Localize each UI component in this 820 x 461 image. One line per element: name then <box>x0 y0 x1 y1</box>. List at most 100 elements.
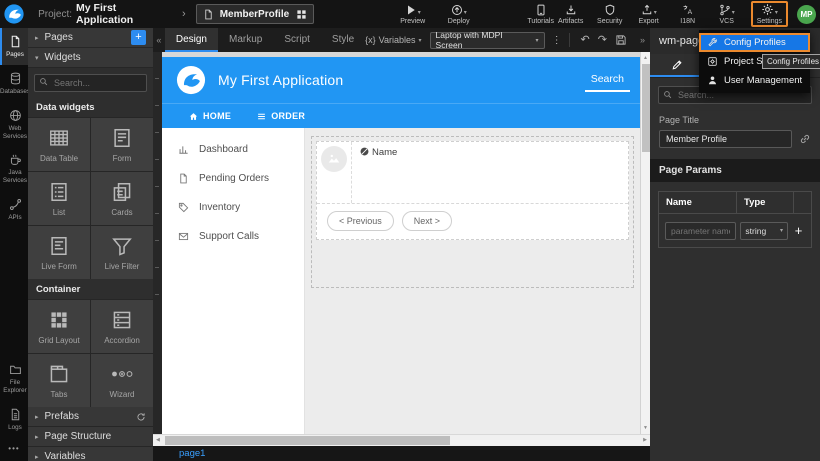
vertical-scrollbar[interactable]: ▲ ▼ <box>640 52 650 434</box>
i18n-button[interactable]: A I18N <box>673 1 703 27</box>
horizontal-scrollbar[interactable]: ◀ ▶ <box>153 434 650 446</box>
page-selector[interactable]: MemberProfile <box>196 4 314 24</box>
chevron-down-icon: ▾ <box>464 10 467 16</box>
menu-item-user-management[interactable]: User Management <box>699 71 810 90</box>
widget-tabs[interactable]: Tabs <box>28 354 90 407</box>
tab-style[interactable]: Style <box>321 28 365 52</box>
app-content: Name < Previous Next > <box>305 128 640 434</box>
sidebar-item-apis[interactable]: APIs <box>0 191 28 228</box>
prefabs-section-header[interactable]: ▸ Prefabs <box>28 407 153 427</box>
grid-layout-icon <box>48 309 70 331</box>
nav-item-home[interactable]: HOME <box>176 111 244 121</box>
previous-button[interactable]: < Previous <box>327 211 394 231</box>
scroll-right-icon[interactable]: ▶ <box>643 437 647 443</box>
tab-design[interactable]: Design <box>165 28 218 52</box>
activity-bar: Pages Databases Web Services Java Servic… <box>0 28 28 461</box>
page-params-row: string ▾ + <box>659 214 811 247</box>
name-field[interactable]: Name <box>352 142 405 203</box>
tab-edit[interactable] <box>650 54 704 77</box>
artifacts-button[interactable]: Artifacts <box>556 1 586 27</box>
horizontal-scrollbar-thumb[interactable] <box>165 436 450 445</box>
app-search-tab[interactable]: Search <box>585 69 630 92</box>
more-options-icon[interactable]: ••• <box>0 438 28 461</box>
save-button[interactable] <box>615 34 627 46</box>
menu-item-config-profiles[interactable]: Config Profiles <box>699 33 810 52</box>
tabs-icon <box>48 363 70 385</box>
sidebar-item-databases[interactable]: Databases <box>0 65 28 102</box>
widget-grid-layout[interactable]: Grid Layout <box>28 300 90 353</box>
sidebar-item-file-explorer[interactable]: File Explorer <box>0 356 28 401</box>
page-title-input[interactable] <box>659 130 792 148</box>
tutorials-button[interactable]: Tutorials <box>526 1 556 27</box>
deploy-button[interactable]: ▾ Deploy <box>444 1 474 27</box>
pencil-icon <box>671 59 683 71</box>
pages-icon <box>9 35 22 48</box>
variables-dropdown[interactable]: {x} Variables ▾ <box>365 35 421 45</box>
sidebar-item-java-services[interactable]: Java Services <box>0 146 28 191</box>
param-type-select[interactable]: string ▾ <box>740 222 788 240</box>
design-canvas: My First Application Search HOME ORDER D… <box>153 52 650 434</box>
widget-live-form[interactable]: Live Form <box>28 226 90 279</box>
widget-accordion[interactable]: Accordion <box>91 300 153 353</box>
collapsed-arrow-icon: ▸ <box>35 34 39 42</box>
widget-data-table[interactable]: Data Table <box>28 118 90 171</box>
widget-list[interactable]: List <box>28 172 90 225</box>
logs-icon <box>9 408 22 421</box>
pagination: < Previous Next > <box>317 204 628 239</box>
list-widget-container[interactable]: Name < Previous Next > <box>311 136 634 288</box>
security-shield-icon <box>604 4 616 16</box>
scroll-down-icon[interactable]: ▼ <box>641 422 650 434</box>
scroll-up-icon[interactable]: ▲ <box>641 52 650 64</box>
menu-item-pending-orders[interactable]: Pending Orders <box>162 164 304 193</box>
app-body: Dashboard Pending Orders Inventory Suppo… <box>162 128 640 434</box>
add-param-button[interactable]: + <box>790 224 807 237</box>
page-tab[interactable]: page1 <box>179 448 205 459</box>
refresh-icon[interactable] <box>136 412 146 422</box>
settings-button[interactable]: ▾ Settings <box>751 1 788 27</box>
next-button[interactable]: Next > <box>402 211 452 231</box>
pages-section-header[interactable]: ▸ Pages + <box>28 28 153 48</box>
list-item-template[interactable]: Name <box>317 142 628 204</box>
menu-item-support-calls[interactable]: Support Calls <box>162 222 304 251</box>
menu-item-dashboard[interactable]: Dashboard <box>162 135 304 164</box>
kebab-menu-icon[interactable]: ⋮ <box>552 35 562 46</box>
widget-wizard[interactable]: Wizard <box>91 354 153 407</box>
widget-search-input[interactable] <box>34 74 147 92</box>
app-logo-icon <box>176 65 206 95</box>
export-button[interactable]: ▾ Export <box>634 1 664 27</box>
page-structure-section-header[interactable]: ▸ Page Structure <box>28 427 153 447</box>
vcs-button[interactable]: ▾ VCS <box>712 1 742 27</box>
sidebar-item-logs[interactable]: Logs <box>0 401 28 438</box>
deploy-icon <box>451 4 463 16</box>
sidebar-item-pages[interactable]: Pages <box>0 28 28 65</box>
menu-item-inventory[interactable]: Inventory <box>162 193 304 222</box>
bind-link-icon[interactable] <box>799 133 811 145</box>
widgets-section-header[interactable]: ▾ Widgets <box>28 48 153 68</box>
widget-live-filter[interactable]: Live Filter <box>91 226 153 279</box>
user-avatar[interactable]: MP <box>797 5 816 24</box>
app-side-menu: Dashboard Pending Orders Inventory Suppo… <box>162 128 305 434</box>
chevron-down-icon: ▾ <box>775 10 778 16</box>
sidebar-item-web-services[interactable]: Web Services <box>0 102 28 147</box>
collapsed-arrow-icon: ▸ <box>35 453 39 461</box>
variables-section-header[interactable]: ▸ Variables <box>28 447 153 461</box>
tab-markup[interactable]: Markup <box>218 28 273 52</box>
preview-button[interactable]: ▾ Preview <box>398 1 428 27</box>
databases-icon <box>9 72 22 85</box>
add-page-button[interactable]: + <box>131 30 146 45</box>
scroll-left-icon[interactable]: ◀ <box>156 437 160 443</box>
collapse-right-panel-button[interactable]: » <box>640 35 645 45</box>
container-widgets-grid: Grid Layout Accordion Tabs Wizard <box>28 299 153 407</box>
tab-script[interactable]: Script <box>273 28 321 52</box>
device-select[interactable]: Laptop with MDPI Screen ▾ <box>430 32 545 49</box>
undo-button[interactable]: ↶ <box>581 35 590 46</box>
nav-item-order[interactable]: ORDER <box>244 111 318 121</box>
widget-form[interactable]: Form <box>91 118 153 171</box>
widget-cards[interactable]: Cards <box>91 172 153 225</box>
collapse-left-panel-button[interactable]: « <box>153 35 165 45</box>
vertical-scrollbar-thumb[interactable] <box>642 64 650 152</box>
page-title-field: Page Title <box>650 109 820 156</box>
param-name-input[interactable] <box>665 222 736 240</box>
redo-button[interactable]: ↷ <box>598 35 607 46</box>
security-button[interactable]: Security <box>595 1 625 27</box>
